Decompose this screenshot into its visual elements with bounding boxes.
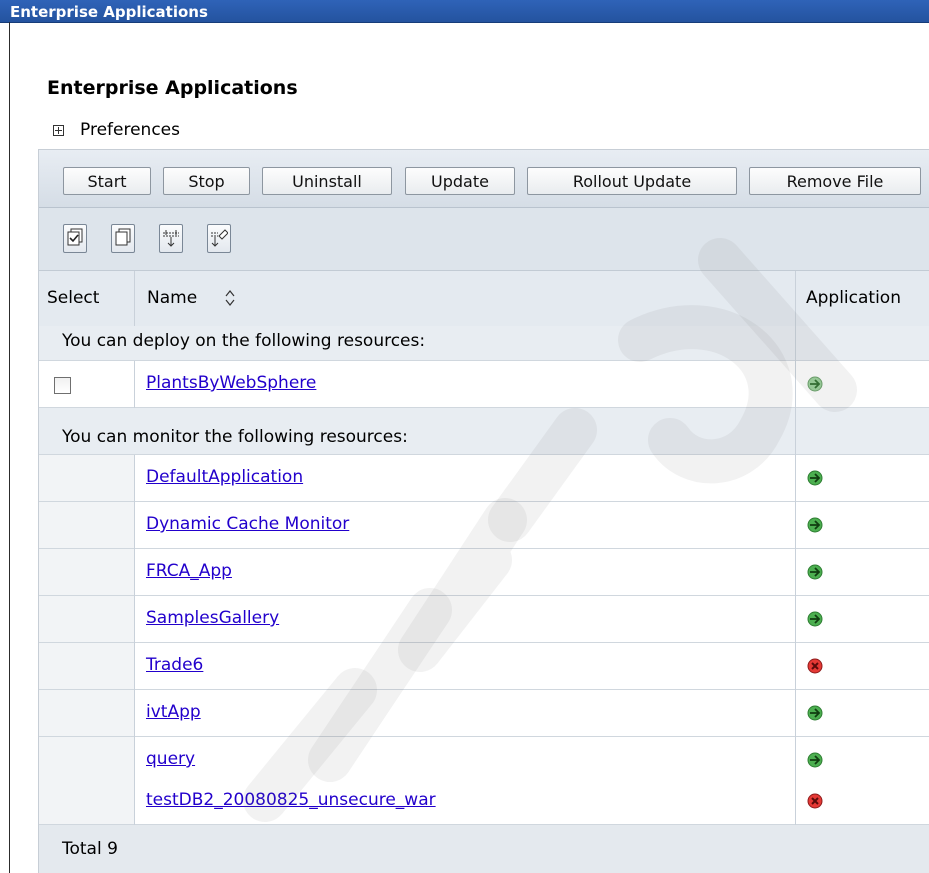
app-link-dynamic-cache-monitor[interactable]: Dynamic Cache Monitor [146,514,349,534]
select-column-label: Select [47,288,100,308]
window-title: Enterprise Applications [10,3,208,21]
show-filter-icon[interactable] [159,224,183,253]
select-cell [39,778,134,824]
select-cell [39,737,134,783]
start-button[interactable]: Start [63,167,151,195]
remove-file-button[interactable]: Remove File [749,167,921,195]
preferences-toggle[interactable]: Preferences [53,119,180,141]
partial-started-icon [807,376,823,392]
app-link-frca-app[interactable]: FRCA_App [146,561,232,581]
started-icon [807,611,823,627]
expand-icon[interactable] [53,124,64,136]
select-cell [39,643,134,689]
select-cell [39,502,134,548]
frame-border [9,22,10,873]
started-icon [807,752,823,768]
uninstall-button[interactable]: Uninstall [262,167,392,195]
select-cell [39,549,134,595]
deselect-all-icon[interactable] [111,224,135,253]
sort-arrows-icon[interactable] [224,289,236,307]
select-cell [39,690,134,736]
app-link-query[interactable]: query [146,749,195,769]
stopped-icon [807,658,823,674]
application-column-label: Application [806,288,901,308]
name-column-label[interactable]: Name [147,288,197,308]
column-divider [134,455,135,825]
select-cell [39,596,134,642]
app-link-ivtapp[interactable]: ivtApp [146,702,201,722]
app-link-samplesgallery[interactable]: SamplesGallery [146,608,279,628]
window-titlebar: Enterprise Applications [0,0,929,23]
column-divider [134,271,135,326]
select-cell [39,361,134,407]
column-divider [134,361,135,408]
started-icon [807,705,823,721]
app-link-plantsbywebsphere[interactable]: PlantsByWebSphere [146,373,316,393]
app-link-testdb2-unsecure-war[interactable]: testDB2_20080825_unsecure_war [146,790,436,810]
select-cell [39,455,134,501]
app-link-trade6[interactable]: Trade6 [146,655,203,675]
group-label: You can deploy on the following resource… [62,331,426,351]
started-icon [807,564,823,580]
table-footer: Total 9 [39,825,929,873]
column-divider [795,271,796,825]
started-icon [807,517,823,533]
app-link-defaultapplication[interactable]: DefaultApplication [146,467,303,487]
update-button[interactable]: Update [405,167,515,195]
row-checkbox[interactable] [54,377,71,394]
rollout-update-button[interactable]: Rollout Update [527,167,737,195]
stop-button[interactable]: Stop [163,167,250,195]
page-title: Enterprise Applications [47,77,298,99]
clear-filter-icon[interactable] [207,224,231,253]
stopped-icon [807,793,823,809]
total-count: Total 9 [62,839,118,859]
select-all-icon[interactable] [63,224,87,253]
preferences-label[interactable]: Preferences [80,120,180,140]
group-label: You can monitor the following resources: [62,427,408,447]
started-icon [807,470,823,486]
